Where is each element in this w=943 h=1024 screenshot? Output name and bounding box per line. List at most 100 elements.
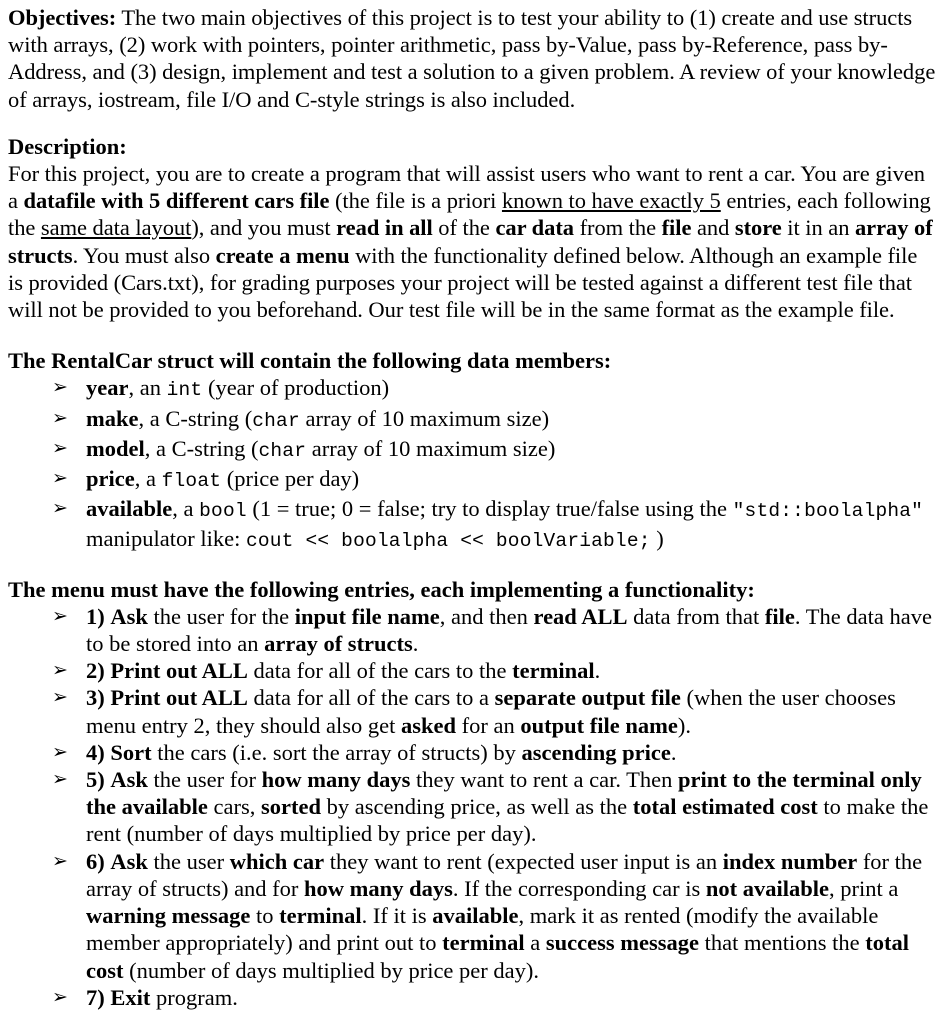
text-run: warning message <box>86 903 251 929</box>
text-run: data for all of the cars to the <box>247 658 513 684</box>
text-run: terminal <box>512 658 595 684</box>
member-pre: , a C-string ( <box>138 405 253 431</box>
arrow-bullet-icon: ➢ <box>52 740 68 763</box>
member-code-2: "std::boolalpha" <box>732 500 924 523</box>
text-run: sorted <box>260 794 321 820</box>
objectives-paragraph: Objectives: The two main objectives of t… <box>8 4 937 113</box>
description-seg-2: datafile with 5 different cars file <box>23 188 330 214</box>
arrow-bullet-icon: ➢ <box>52 849 68 872</box>
member-name: year <box>86 375 129 401</box>
text-run: index number <box>722 848 858 874</box>
member-pre: , a <box>172 496 200 522</box>
text-run: the user <box>147 848 230 874</box>
member-post: (price per day) <box>221 466 360 492</box>
text-run: program. <box>150 984 238 1010</box>
text-run: terminal <box>442 930 525 956</box>
menu-entry-body: the user for the input file name, and th… <box>86 604 932 656</box>
arrow-bullet-icon: ➢ <box>52 768 68 791</box>
menu-entry-body: the cars (i.e. sort the array of structs… <box>151 739 677 765</box>
member-type: char <box>252 409 300 432</box>
text-run: for an <box>455 712 521 738</box>
menu-entry-number: 3) <box>86 685 105 711</box>
member-post: (year of production) <box>202 375 390 401</box>
text-run: success message <box>545 930 699 956</box>
text-run: the cars (i.e. sort the array of structs… <box>151 739 522 765</box>
member-pre: , a <box>134 466 162 492</box>
member-name: make <box>86 405 139 431</box>
text-run: array of structs <box>264 631 413 657</box>
struct-members-list: ➢ year, an int (year of production) ➢ make… <box>8 374 937 555</box>
text-run: available <box>432 903 519 929</box>
text-run: ). <box>677 712 691 738</box>
text-run: input file name <box>294 603 440 629</box>
member-post: array of 10 maximum size) <box>306 435 556 461</box>
menu-entry-number: 6) <box>86 848 105 874</box>
arrow-bullet-icon: ➢ <box>52 659 68 682</box>
list-item: ➢ 7) Exit program. <box>8 984 937 1011</box>
menu-entry-body: program. <box>150 984 238 1010</box>
text-run: output file name <box>520 712 678 738</box>
menu-entry-lead: Ask <box>110 603 148 629</box>
text-run: that mentions the <box>699 930 866 956</box>
text-run: which car <box>229 848 325 874</box>
description-seg-4: known to have exactly 5 <box>501 188 721 214</box>
struct-section-heading: The RentalCar struct will contain the fo… <box>8 348 612 374</box>
text-run: how many days <box>261 767 411 793</box>
list-item: ➢ 6) Ask the user which car they want to … <box>8 848 937 984</box>
list-item: ➢ year, an int (year of production) <box>8 374 937 404</box>
text-run: total estimated cost <box>632 794 818 820</box>
member-name: model <box>86 435 145 461</box>
text-run: . <box>670 739 677 765</box>
member-post: (1 = true; 0 = false; try to display tru… <box>246 496 733 522</box>
menu-entry-number: 5) <box>86 767 105 793</box>
menu-entry-number: 4) <box>86 739 105 765</box>
list-item: ➢ 5) Ask the user for how many days they … <box>8 766 937 848</box>
text-run: separate output file <box>494 685 681 711</box>
menu-entry-lead: Sort <box>110 739 152 765</box>
text-run: . If the corresponding car is <box>452 875 706 901</box>
description-seg-17: . You must also <box>72 242 216 268</box>
list-item: ➢ 1) Ask the user for the input file name… <box>8 603 937 657</box>
description-seg-11: from the <box>574 215 662 241</box>
text-run: cars, <box>207 794 261 820</box>
menu-section-heading: The menu must have the following entries… <box>8 576 755 602</box>
arrow-bullet-icon: ➢ <box>52 436 68 459</box>
list-item: ➢ 3) Print out ALL data for all of the ca… <box>8 684 937 738</box>
text-run: a <box>524 930 546 956</box>
list-item: ➢ 4) Sort the cars (i.e. sort the array o… <box>8 739 937 766</box>
text-run: ascending price <box>521 739 671 765</box>
member-pre: , an <box>128 375 167 401</box>
description-seg-8: read in all <box>336 215 433 241</box>
description-seg-10: car data <box>495 215 574 241</box>
text-run: they want to rent (expected user input i… <box>324 848 723 874</box>
text-run: asked <box>400 712 456 738</box>
arrow-bullet-icon: ➢ <box>52 467 68 490</box>
list-item: ➢ price, a float (price per day) <box>8 465 937 495</box>
menu-entry-number: 7) <box>86 984 105 1010</box>
member-post-2: manipulator like: <box>86 526 246 552</box>
member-type: bool <box>199 500 247 523</box>
menu-entry-lead: Print out ALL <box>110 658 248 684</box>
description-seg-18: create a menu <box>215 242 350 268</box>
description-paragraph: For this project, you are to create a pr… <box>8 160 937 323</box>
text-run: they want to rent a car. Then <box>410 767 679 793</box>
menu-entry-lead: Print out ALL <box>110 685 248 711</box>
objectives-body: The two main objectives of this project … <box>8 5 936 112</box>
member-pre: , a C-string ( <box>144 435 259 461</box>
member-name: price <box>86 466 135 492</box>
description-heading: Description: <box>8 133 127 159</box>
text-run: by ascending price, as well as the <box>320 794 633 820</box>
text-run: data for all of the cars to a <box>247 685 495 711</box>
menu-entry-lead: Ask <box>110 848 148 874</box>
document-page: Objectives: The two main objectives of t… <box>0 0 943 1024</box>
description-seg-15: it in an <box>781 215 855 241</box>
member-type: float <box>161 470 222 493</box>
text-run: (number of days multiplied by price per … <box>123 957 540 983</box>
member-post-3: ) <box>650 526 664 552</box>
text-run: data from that <box>627 603 765 629</box>
menu-entry-body: the user for how many days they want to … <box>86 767 928 846</box>
menu-entry-body: data for all of the cars to the terminal… <box>247 658 601 684</box>
arrow-bullet-icon: ➢ <box>52 604 68 627</box>
